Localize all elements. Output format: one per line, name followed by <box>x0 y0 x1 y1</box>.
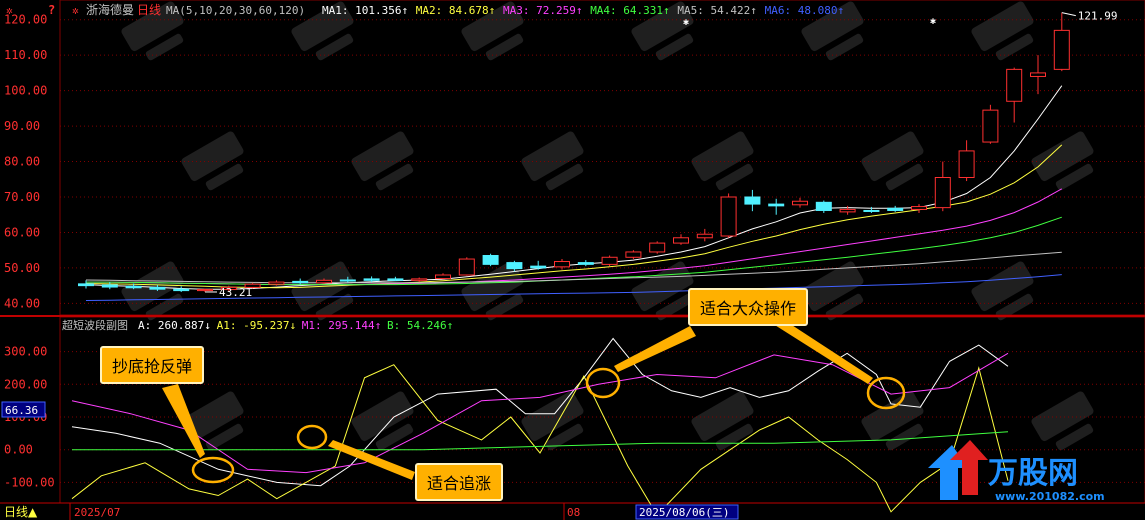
main-y-tick: 100.00 <box>4 84 47 98</box>
candle <box>911 204 927 213</box>
low-marker: 43.21 <box>205 286 252 299</box>
candle <box>958 140 975 182</box>
candle <box>530 260 547 270</box>
low-price-label: 43.21 <box>219 286 252 299</box>
main-y-tick: 90.00 <box>4 119 40 133</box>
candle <box>1053 12 1070 72</box>
candle <box>887 205 904 212</box>
settings-gear-icon-2[interactable]: ✲ <box>72 4 79 17</box>
question-icon[interactable]: ? <box>48 3 55 17</box>
indicator-y-tick: 300.00 <box>4 345 47 359</box>
arrow-chase-rise <box>328 440 415 480</box>
annotation-marks <box>162 316 906 484</box>
candle <box>744 189 761 212</box>
indicator-value-label: A1: -95.237↓ <box>217 319 296 332</box>
date-axis: 日线▲ 2025/07 08 2025/08/06(三) <box>4 503 739 520</box>
indicator-title: 超短波段副图 <box>62 318 128 332</box>
main-y-tick: 40.00 <box>4 296 40 310</box>
candle <box>768 198 785 215</box>
ma-line-ma1 <box>85 85 1063 290</box>
candle <box>1030 55 1046 95</box>
date-start: 2025/07 <box>74 506 120 519</box>
watermark-mark <box>351 131 414 191</box>
annotation-bottom-rebound: 抄底抢反弹 <box>100 346 205 384</box>
watermark-mark <box>1031 391 1094 451</box>
watermark-mark <box>181 131 244 191</box>
high-marker: 121.99 <box>1061 10 1118 23</box>
annotation-public-operation: 适合大众操作 <box>688 288 809 326</box>
star-icon-2: ✱ <box>930 16 936 27</box>
ma-value-label: MA2: 84.678↑ <box>416 4 495 17</box>
indicator-value-label: B: 54.246↑ <box>387 319 453 332</box>
ma-line-ma4 <box>86 216 1062 286</box>
main-y-tick: 60.00 <box>4 225 40 239</box>
candle <box>435 273 451 280</box>
candle <box>577 260 594 267</box>
indicator-y-tick: 0.00 <box>4 443 33 457</box>
candle <box>934 161 951 212</box>
arrow-public-2 <box>770 316 873 384</box>
main-y-tick: 110.00 <box>4 48 47 62</box>
watermark-mark <box>1031 131 1094 191</box>
main-y-axis: 120.00110.00100.0090.0080.0070.0060.0050… <box>4 13 47 311</box>
candle <box>625 250 642 260</box>
indicator-y-tick: 200.00 <box>4 377 47 391</box>
watermark-mark <box>861 131 924 191</box>
candle <box>78 280 94 289</box>
indicator-y-tick: -100.00 <box>4 475 55 489</box>
cursor-date: 2025/08/06(三) <box>639 506 729 519</box>
watermark-mark <box>971 1 1034 61</box>
candle <box>839 205 856 215</box>
ma-value-label: MA4: 64.331↑ <box>590 4 669 17</box>
ma-value-label: MA6: 48.080↑ <box>765 4 844 17</box>
candle <box>720 193 737 238</box>
main-y-tick: 50.00 <box>4 261 40 275</box>
logo-text: 万股网 <box>988 456 1078 491</box>
indicator-value-label: A: 260.887↓ <box>138 319 211 332</box>
candle <box>792 197 808 208</box>
candle <box>815 200 832 213</box>
main-y-tick: 80.00 <box>4 155 40 169</box>
candle <box>673 234 689 245</box>
high-price-label: 121.99 <box>1078 10 1118 23</box>
star-icon: ✱ <box>683 17 689 28</box>
arrow-public-1 <box>614 326 696 372</box>
ma-value-label: MA1: 101.356↑ <box>322 4 408 17</box>
circle-public-1 <box>585 367 621 399</box>
cursor-value: 66.36 <box>5 404 38 417</box>
candle <box>1006 67 1023 123</box>
main-header: ✲ ? ✲ 浙海德曼 日线 MA(5,10,20,30,60,120) MA1:… <box>6 2 844 17</box>
indicator-value-label: M1: 295.144↑ <box>302 319 381 332</box>
settings-gear-icon[interactable]: ✲ <box>6 4 13 17</box>
candle <box>982 104 999 144</box>
indicator-header: 超短波段副图 A: 260.887↓ A1: -95.237↓ M1: 295.14… <box>62 318 453 332</box>
logo-url: www.201082.com <box>995 490 1105 503</box>
stock-name: 浙海德曼 <box>86 2 134 17</box>
candle <box>649 241 666 254</box>
candle <box>101 282 118 290</box>
stock-chart[interactable]: 120.00110.00100.0090.0080.0070.0060.0050… <box>0 0 1145 520</box>
month-mark: 08 <box>567 506 580 519</box>
watermark-mark <box>351 391 414 451</box>
watermark-mark <box>691 131 754 191</box>
candle <box>601 255 618 267</box>
candle <box>387 276 404 282</box>
circle-bottom-rebound <box>191 456 235 484</box>
period-label: 日线 <box>137 3 161 17</box>
annotation-chase-rise: 适合追涨 <box>415 463 504 501</box>
circle-chase-rise <box>296 424 328 450</box>
ma-value-label: MA5: 54.422↑ <box>677 4 756 17</box>
watermark-mark <box>691 391 754 451</box>
ma-value-label: MA3: 72.259↑ <box>503 4 582 17</box>
period-tag[interactable]: 日线▲ <box>4 505 38 519</box>
candle <box>458 257 475 276</box>
candle <box>482 253 499 267</box>
watermark-mark <box>521 131 584 191</box>
ma-setting: MA(5,10,20,30,60,120) <box>166 4 305 17</box>
candle <box>696 228 713 242</box>
main-y-tick: 70.00 <box>4 190 40 204</box>
